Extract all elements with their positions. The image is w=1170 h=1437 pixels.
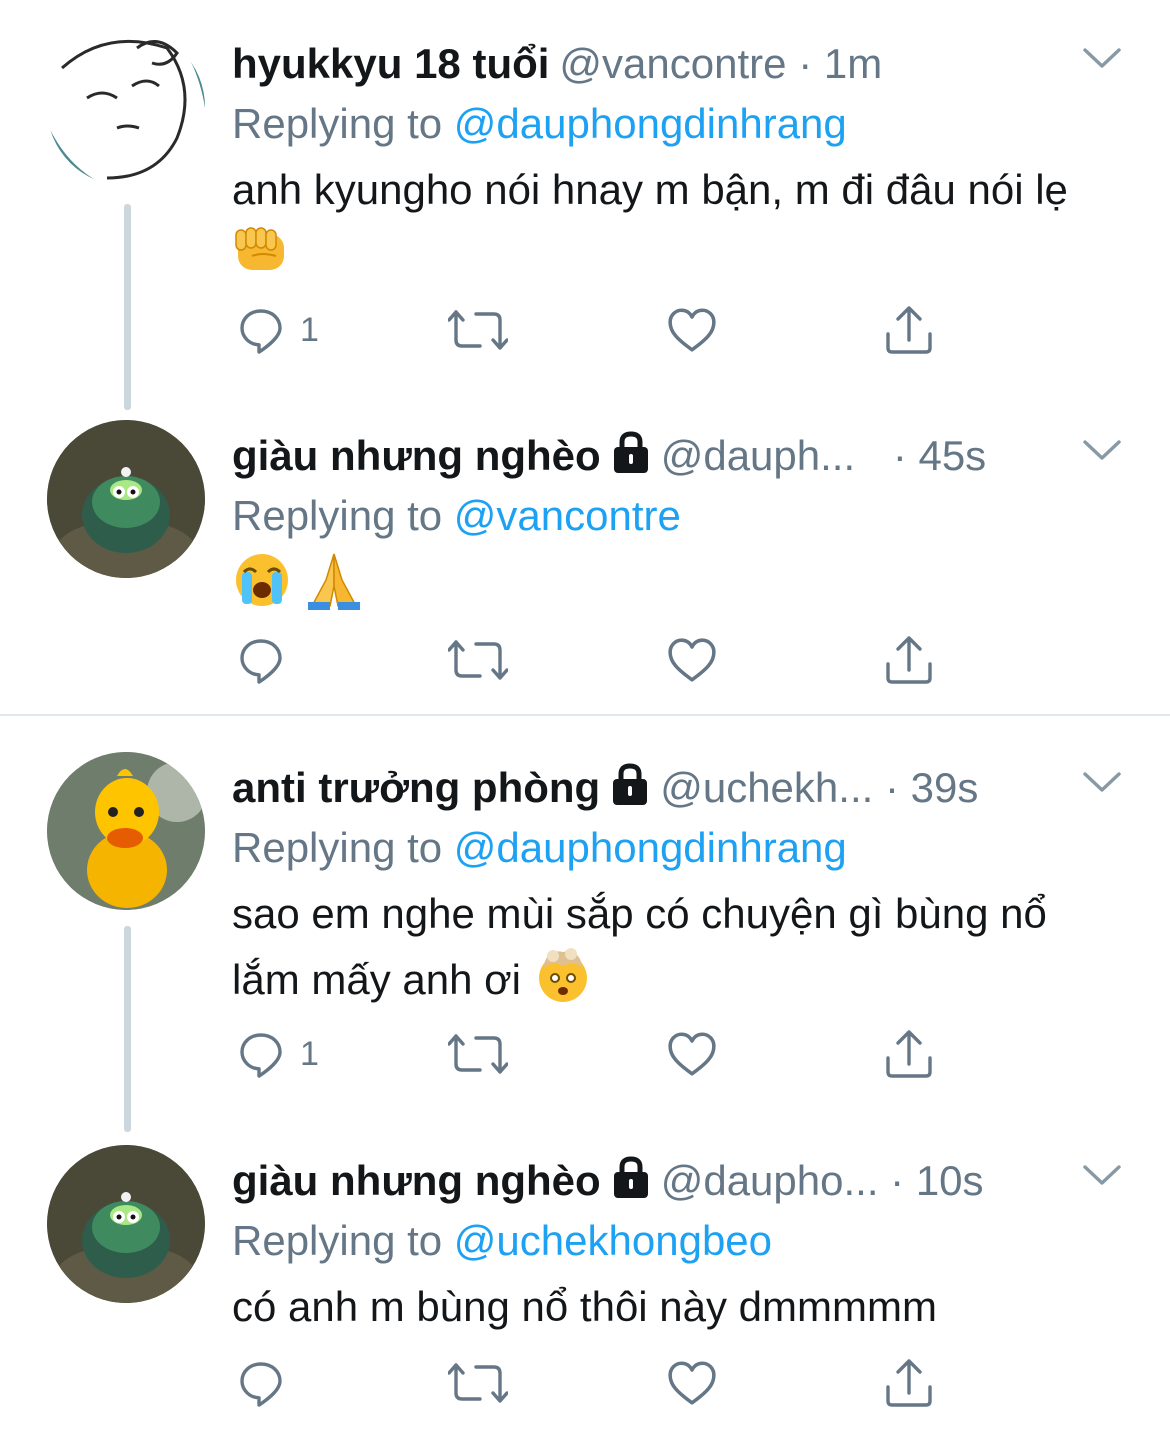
- share-button[interactable]: [884, 300, 934, 360]
- tweet-text: sao em nghe mùi sắp có chuyện gì bùng nổ…: [232, 884, 1112, 1020]
- heart-icon: [667, 307, 717, 353]
- like-button[interactable]: [667, 630, 717, 690]
- retweet-button[interactable]: [448, 300, 508, 360]
- thread-line: [124, 926, 131, 1132]
- tweet-2[interactable]: giàu nhưng nghèo @dauph... · 45s Replying…: [0, 420, 1170, 715]
- replying-to-label: Replying to: [232, 824, 443, 871]
- timestamp[interactable]: · 45s: [893, 432, 986, 479]
- reply-button[interactable]: 1: [236, 300, 319, 360]
- avatar-green-creature-icon: [47, 1145, 205, 1303]
- tweet-text: anh kyungho nói hnay m bận, m đi đâu nói…: [232, 160, 1112, 290]
- display-name[interactable]: anti trưởng phòng: [232, 764, 600, 811]
- more-options-caret-icon[interactable]: [1082, 770, 1122, 799]
- retweet-icon: [448, 636, 508, 684]
- retweet-icon: [448, 1359, 508, 1407]
- reply-button[interactable]: 1: [236, 1024, 319, 1084]
- lock-icon: [611, 430, 651, 488]
- more-options-caret-icon[interactable]: [1082, 1163, 1122, 1192]
- share-icon: [884, 1357, 934, 1409]
- tweet-4[interactable]: giàu nhưng nghèo @daupho... · 10s Replyin…: [0, 1145, 1170, 1437]
- reply-icon: [236, 306, 286, 354]
- timestamp[interactable]: · 1m: [798, 40, 882, 87]
- folded-hands-emoji-icon: [304, 550, 364, 626]
- tweet-3[interactable]: anti trưởng phòng @uchekh... · 39s Replyi…: [0, 752, 1170, 1132]
- username[interactable]: @uchekh...: [660, 764, 873, 811]
- thread-divider: [0, 714, 1170, 716]
- replying-to-label: Replying to: [232, 1217, 443, 1264]
- avatar-yellow-duck-icon: [47, 752, 205, 910]
- avatar-green-creature-icon: [47, 420, 205, 578]
- username[interactable]: @daupho...: [661, 1157, 879, 1204]
- replying-to-label: Replying to: [232, 492, 443, 539]
- reply-button[interactable]: [236, 630, 286, 690]
- replying-to: Replying to @dauphongdinhrang: [232, 820, 847, 876]
- more-options-caret-icon[interactable]: [1082, 438, 1122, 467]
- tweet-header: giàu nhưng nghèo @daupho... · 10s: [232, 1153, 1100, 1209]
- tweet-text: [232, 550, 1112, 626]
- tweet-text-content: sao em nghe mùi sắp có chuyện gì bùng nổ…: [232, 890, 1047, 1003]
- avatar[interactable]: [47, 1145, 205, 1303]
- tweet-1[interactable]: hyukkyu 18 tuổi @vancontre · 1m Replying …: [0, 28, 1170, 410]
- avatar[interactable]: [47, 420, 205, 578]
- retweet-button[interactable]: [448, 1024, 508, 1084]
- share-button[interactable]: [884, 630, 934, 690]
- like-button[interactable]: [667, 1024, 717, 1084]
- replying-to: Replying to @dauphongdinhrang: [232, 96, 847, 152]
- lock-icon: [611, 1155, 651, 1213]
- display-name[interactable]: giàu nhưng nghèo: [232, 432, 601, 479]
- replying-to-label: Replying to: [232, 100, 443, 147]
- share-button[interactable]: [884, 1353, 934, 1413]
- retweet-button[interactable]: [448, 630, 508, 690]
- like-button[interactable]: [667, 1353, 717, 1413]
- lock-icon: [610, 762, 650, 820]
- tweet-text: có anh m bùng nổ thôi này dmmmmm: [232, 1277, 1112, 1337]
- replying-to-mention[interactable]: @uchekhongbeo: [454, 1217, 772, 1264]
- share-icon: [884, 1028, 934, 1080]
- reply-count: 1: [300, 1034, 319, 1073]
- thread-line: [124, 204, 131, 410]
- exploding-head-emoji-icon: [533, 944, 593, 1020]
- heart-icon: [667, 1360, 717, 1406]
- display-name[interactable]: giàu nhưng nghèo: [232, 1157, 601, 1204]
- share-icon: [884, 304, 934, 356]
- display-name[interactable]: hyukkyu 18 tuổi: [232, 40, 549, 87]
- reply-icon: [236, 1030, 286, 1078]
- replying-to: Replying to @vancontre: [232, 488, 681, 544]
- reply-button[interactable]: [236, 1353, 286, 1413]
- retweet-icon: [448, 306, 508, 354]
- like-button[interactable]: [667, 300, 717, 360]
- avatar[interactable]: [47, 28, 205, 186]
- retweet-button[interactable]: [448, 1353, 508, 1413]
- fist-emoji-icon: [232, 226, 290, 290]
- tweet-actions: [232, 630, 952, 690]
- username[interactable]: @dauph...: [661, 432, 855, 479]
- tweet-actions: [232, 1353, 952, 1413]
- avatar[interactable]: [47, 752, 205, 910]
- timestamp[interactable]: · 10s: [890, 1157, 983, 1204]
- tweet-actions: 1: [232, 300, 952, 360]
- share-icon: [884, 634, 934, 686]
- heart-icon: [667, 1031, 717, 1077]
- replying-to-mention[interactable]: @dauphongdinhrang: [454, 100, 847, 147]
- share-button[interactable]: [884, 1024, 934, 1084]
- tweet-text-content: anh kyungho nói hnay m bận, m đi đâu nói…: [232, 166, 1068, 213]
- username[interactable]: @vancontre: [559, 40, 786, 87]
- tweet-header: hyukkyu 18 tuổi @vancontre · 1m: [232, 36, 1100, 92]
- reply-count: 1: [300, 310, 319, 349]
- loudly-crying-face-emoji-icon: [232, 550, 292, 626]
- tweet-header: anti trưởng phòng @uchekh... · 39s: [232, 760, 1100, 816]
- avatar-sketch-face-icon: [47, 28, 205, 186]
- replying-to-mention[interactable]: @vancontre: [454, 492, 681, 539]
- reply-icon: [236, 1359, 286, 1407]
- heart-icon: [667, 637, 717, 683]
- replying-to-mention[interactable]: @dauphongdinhrang: [454, 824, 847, 871]
- retweet-icon: [448, 1030, 508, 1078]
- more-options-caret-icon[interactable]: [1082, 46, 1122, 75]
- timestamp[interactable]: · 39s: [885, 764, 978, 811]
- tweet-header: giàu nhưng nghèo @dauph... · 45s: [232, 428, 1100, 484]
- replying-to: Replying to @uchekhongbeo: [232, 1213, 772, 1269]
- reply-icon: [236, 636, 286, 684]
- tweet-actions: 1: [232, 1024, 952, 1084]
- tweet-text-content: có anh m bùng nổ thôi này dmmmmm: [232, 1283, 937, 1330]
